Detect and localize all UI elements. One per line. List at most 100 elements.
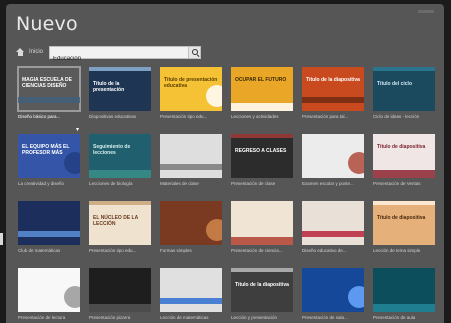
thumbnail-decoration xyxy=(302,231,364,237)
template-tile[interactable]: Presentación pizarra xyxy=(89,268,151,323)
template-caption: Materiales de clase xyxy=(160,181,199,186)
template-thumbnail xyxy=(302,201,364,245)
search-input[interactable] xyxy=(50,53,184,64)
template-thumbnail: EL NÚCLEO DE LA LECCIÓN xyxy=(89,201,151,245)
template-tile[interactable]: Título de la diapositiva Presentación par… xyxy=(302,67,364,122)
template-tile[interactable]: Presentación de sala... xyxy=(302,268,364,323)
template-thumbnail: EL EQUIPO MÁS EL PROFESOR MÁS xyxy=(18,134,80,178)
template-tile[interactable]: Lección de matemáticas xyxy=(160,268,222,323)
template-tile[interactable]: Diseño educativo de... xyxy=(302,201,364,256)
template-thumbnail xyxy=(373,268,435,312)
template-thumbnail: Título de la diapositiva xyxy=(231,268,293,312)
template-caption: Presentación de aula xyxy=(373,315,416,320)
thumbnail-decoration xyxy=(89,67,151,71)
template-thumbnail-title: EL EQUIPO MÁS EL PROFESOR MÁS xyxy=(22,144,70,156)
template-thumbnail: Título de diapositiva xyxy=(373,201,435,245)
template-tile[interactable]: Título de presentación educativa Presenta… xyxy=(160,67,222,122)
thumbnail-decoration xyxy=(373,67,435,71)
template-thumbnail-title: EL NÚCLEO DE LA LECCIÓN xyxy=(93,215,139,227)
template-thumbnail: MAGIA ESCUELA DE CIENCIAS DISEÑO xyxy=(17,66,81,112)
template-caption: Lecciones y actividades xyxy=(231,114,279,119)
template-tile[interactable]: Examen escolar y poste... xyxy=(302,134,364,189)
thumbnail-decoration xyxy=(373,201,435,205)
search-icon xyxy=(192,48,199,55)
template-tile[interactable]: REGRESO A CLASES Presentación de clase xyxy=(231,134,293,189)
template-tile[interactable]: Título de la diapositiva Lección y presen… xyxy=(231,268,293,323)
thumbnail-decoration xyxy=(231,103,293,111)
template-tile[interactable]: ▾ MAGIA ESCUELA DE CIENCIAS DISEÑO Diseño … xyxy=(17,66,81,133)
search-box xyxy=(49,45,202,64)
template-thumbnail-title: REGRESO A CLASES xyxy=(235,148,287,154)
template-tile[interactable]: Título de la presentación Diapositivas ed… xyxy=(89,67,151,122)
template-caption: Presentación de ciencia... xyxy=(231,248,283,253)
search-button[interactable] xyxy=(188,46,201,58)
template-caption: Presentación de lectura xyxy=(18,315,66,320)
template-thumbnail xyxy=(160,134,222,178)
thumbnail-decoration xyxy=(206,219,222,241)
home-icon[interactable] xyxy=(16,47,25,57)
thumbnail-decoration xyxy=(348,152,364,174)
template-thumbnail xyxy=(231,201,293,245)
template-caption: Diapositivas educativas xyxy=(89,114,137,119)
template-caption: Presentación tipo edu... xyxy=(89,248,137,253)
template-thumbnail: Seguimiento de lecciones xyxy=(89,134,151,178)
template-thumbnail-title: Título de presentación educativa xyxy=(164,77,218,89)
template-thumbnail xyxy=(160,201,222,245)
template-tile[interactable]: Título de diapositiva Lección de tema sim… xyxy=(373,201,435,256)
template-caption: Presentación de sala... xyxy=(302,315,348,320)
template-thumbnail xyxy=(302,268,364,312)
template-caption: Diseño educativo de... xyxy=(302,248,347,253)
template-thumbnail-title: Título de diapositiva xyxy=(377,144,426,150)
template-thumbnail xyxy=(18,268,80,312)
thumbnail-decoration xyxy=(160,298,222,304)
thumbnail-decoration xyxy=(373,304,435,312)
template-thumbnail-title: Título de diapositiva xyxy=(377,215,426,221)
template-caption: Lección y presentación xyxy=(231,315,278,320)
template-thumbnail xyxy=(89,268,151,312)
template-thumbnail: Título de la diapositiva xyxy=(302,67,364,111)
thumbnail-decoration xyxy=(231,134,293,138)
template-tile[interactable]: Formas simples xyxy=(160,201,222,256)
new-presentation-window: Nuevo Inicio ▾ MAGIA ESCUELA DE CIENCIAS … xyxy=(6,4,444,323)
thumbnail-decoration xyxy=(373,170,435,178)
template-caption: Club de matemáticas xyxy=(18,248,61,253)
template-tile[interactable]: OCUPAR EL FUTURO Lecciones y actividades xyxy=(231,67,293,122)
template-caption: Ciclo de ideas - lección xyxy=(373,114,420,119)
template-thumbnail-title: OCUPAR EL FUTURO xyxy=(235,77,287,83)
thumbnail-decoration xyxy=(18,97,80,103)
window-control[interactable] xyxy=(418,10,434,13)
template-tile[interactable]: EL NÚCLEO DE LA LECCIÓN Presentación tipo… xyxy=(89,201,151,256)
home-link[interactable]: Inicio xyxy=(29,49,43,55)
template-thumbnail: OCUPAR EL FUTURO xyxy=(231,67,293,111)
template-caption: Presentación para tal... xyxy=(302,114,349,119)
thumbnail-decoration xyxy=(18,231,80,237)
template-tile[interactable]: Título del ciclo Ciclo de ideas - lección xyxy=(373,67,435,122)
dropdown-arrow-icon[interactable]: ▾ xyxy=(76,126,79,133)
thumbnail-decoration xyxy=(89,304,151,312)
template-thumbnail xyxy=(160,268,222,312)
template-tile[interactable]: Materiales de clase xyxy=(160,134,222,189)
template-tile[interactable]: EL EQUIPO MÁS EL PROFESOR MÁS La creativi… xyxy=(18,134,80,189)
template-thumbnail: Título de diapositiva xyxy=(373,134,435,178)
search-row: Inicio xyxy=(16,45,202,64)
template-tile[interactable]: Club de matemáticas xyxy=(18,201,80,256)
template-tile[interactable]: Título de diapositiva Presentación de Ven… xyxy=(373,134,435,189)
template-thumbnail-title: Título de la diapositiva xyxy=(235,282,289,288)
template-caption: Presentación pizarra xyxy=(89,315,131,320)
template-caption: Presentación de Ventas xyxy=(373,181,421,186)
template-caption: Presentación de clase xyxy=(231,181,276,186)
template-thumbnail xyxy=(18,201,80,245)
template-caption: Lección de matemáticas xyxy=(160,315,209,320)
template-caption: Formas simples xyxy=(160,248,192,253)
template-tile[interactable]: Presentación de ciencia... xyxy=(231,201,293,256)
thumbnail-decoration xyxy=(89,170,151,178)
template-caption: Presentación tipo edu... xyxy=(160,114,208,119)
window-edge xyxy=(0,233,3,245)
template-thumbnail: Título del ciclo xyxy=(373,67,435,111)
template-tile[interactable]: Seguimiento de lecciones Lecciones de bio… xyxy=(89,134,151,189)
template-tile[interactable]: Presentación de lectura xyxy=(18,268,80,323)
template-tile[interactable]: Presentación de aula xyxy=(373,268,435,323)
template-caption: Examen escolar y poste... xyxy=(302,181,354,186)
template-thumbnail: Título de presentación educativa xyxy=(160,67,222,111)
thumbnail-decoration xyxy=(231,268,293,272)
